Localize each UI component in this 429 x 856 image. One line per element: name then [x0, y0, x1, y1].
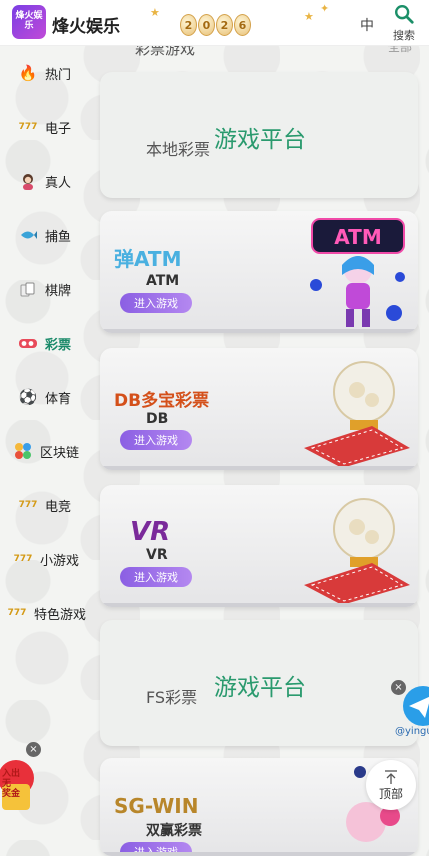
- back-to-top-label: 顶部: [378, 786, 403, 801]
- sidebar-item-label: 体育: [45, 391, 72, 407]
- year-digit: 6: [234, 14, 251, 36]
- close-icon[interactable]: ×: [391, 680, 406, 695]
- lottery-machine-art: [304, 361, 410, 468]
- db-lottery-logo: DB多宝彩票: [114, 391, 210, 411]
- language-switch[interactable]: 中: [360, 15, 374, 35]
- sidebar-item-label: 电竞: [45, 499, 72, 515]
- card-name: ATM: [146, 273, 180, 289]
- year-digit: 2: [180, 14, 197, 36]
- game-platform-card[interactable]: 本地彩票 游戏平台: [100, 72, 418, 198]
- slot-777-icon: 777: [18, 122, 38, 132]
- sidebar-item-slots[interactable]: 777 电子: [0, 100, 96, 154]
- sidebar-item-label: 彩票: [45, 337, 72, 353]
- sidebar-item-hot[interactable]: 🔥 热门: [0, 46, 96, 100]
- sidebar-item-label: 区块链: [40, 445, 80, 461]
- year-decoration: 2 0 2 6: [180, 14, 251, 36]
- year-digit: 2: [216, 14, 233, 36]
- slot-777-icon: 777: [7, 608, 27, 618]
- card-name: VR: [146, 547, 168, 563]
- sidebar-item-special[interactable]: 777 特色游戏: [0, 586, 96, 640]
- card-platform-tag: 游戏平台: [214, 127, 306, 153]
- enter-game-button[interactable]: 进入游戏: [120, 842, 192, 856]
- brand-name: 烽火娱乐: [52, 17, 120, 37]
- sidebar-item-lottery[interactable]: 彩票: [0, 316, 96, 370]
- enter-game-button[interactable]: 进入游戏: [120, 430, 192, 450]
- search-icon: [395, 5, 414, 24]
- atm-art-text: ATM: [334, 225, 381, 249]
- app-logo[interactable]: 烽火娱乐: [12, 5, 46, 39]
- sidebar-item-cards[interactable]: 棋牌: [0, 262, 96, 316]
- sidebar-item-blockchain[interactable]: 区块链: [0, 424, 96, 478]
- sidebar-item-live[interactable]: 真人: [0, 154, 96, 208]
- fire-icon: 🔥: [18, 64, 38, 82]
- search-button[interactable]: 搜索: [389, 2, 419, 44]
- sidebar-item-label: 电子: [45, 121, 72, 137]
- live-dealer-icon: [17, 170, 39, 192]
- sidebar-item-label: 捕鱼: [45, 229, 72, 245]
- sidebar-item-sports[interactable]: ⚽ 体育: [0, 370, 96, 424]
- game-card-vr[interactable]: VR VR 进入游戏: [100, 485, 418, 607]
- slot-777-icon: 777: [13, 554, 33, 564]
- lottery-machine-art: [304, 498, 410, 605]
- sidebar-item-minigames[interactable]: 777 小游戏: [0, 532, 96, 586]
- sidebar-item-label: 特色游戏: [34, 607, 87, 623]
- sidebar-item-label: 棋牌: [45, 283, 72, 299]
- telegram-icon: [403, 686, 429, 726]
- sidebar-item-label: 小游戏: [40, 553, 80, 569]
- cards-icon: [17, 278, 39, 300]
- card-name: DB: [146, 411, 169, 427]
- card-platform-tag: 游戏平台: [214, 675, 306, 701]
- atm-logo: 弹ATM: [114, 247, 182, 271]
- star-decoration-icon: ✦: [320, 2, 330, 15]
- enter-game-button[interactable]: 进入游戏: [120, 567, 192, 587]
- game-card-db[interactable]: DB多宝彩票 DB 进入游戏: [100, 348, 418, 470]
- sgwin-logo: SG-WIN: [114, 794, 199, 818]
- sidebar-item-label: 真人: [45, 175, 72, 191]
- sidebar-item-label: 热门: [45, 67, 72, 83]
- telegram-handle: @yingu: [395, 726, 429, 737]
- arrow-up-icon: [385, 769, 397, 784]
- game-card-atm[interactable]: 弹ATM ATM 进入游戏 ATM: [100, 211, 418, 333]
- card-name: 双赢彩票: [146, 823, 202, 839]
- card-platform-name: 本地彩票: [146, 140, 211, 159]
- fish-icon: [17, 224, 39, 246]
- sidebar-item-esports[interactable]: 777 电竞: [0, 478, 96, 532]
- logo-text: 烽火娱乐: [15, 11, 43, 31]
- back-to-top-button[interactable]: 顶部: [366, 760, 416, 810]
- atm-character-art: ATM: [310, 218, 405, 327]
- card-platform-name: FS彩票: [146, 688, 198, 707]
- game-platform-card[interactable]: FS彩票 游戏平台: [100, 620, 418, 746]
- year-digit: 0: [198, 14, 215, 36]
- header-bar: 烽火娱乐 烽火娱乐 ★ ★ ✦ 2 0 2 6 中 搜索: [0, 0, 429, 46]
- lottery-icon: [17, 332, 39, 354]
- star-decoration-icon: ★: [304, 10, 314, 23]
- sidebar-item-fishing[interactable]: 捕鱼: [0, 208, 96, 262]
- search-label: 搜索: [393, 29, 415, 42]
- vr-logo: VR: [130, 517, 171, 547]
- blockchain-icon: [12, 440, 34, 462]
- slot-777-icon: 777: [18, 500, 38, 510]
- star-decoration-icon: ★: [150, 6, 160, 19]
- soccer-ball-icon: ⚽: [18, 388, 38, 406]
- enter-game-button[interactable]: 进入游戏: [120, 293, 192, 313]
- promo-float-widget[interactable]: × 入出 无 奖金: [0, 742, 46, 812]
- promo-text: 入出 无 奖金: [2, 769, 21, 799]
- telegram-float-widget[interactable]: × @yingu: [391, 680, 429, 744]
